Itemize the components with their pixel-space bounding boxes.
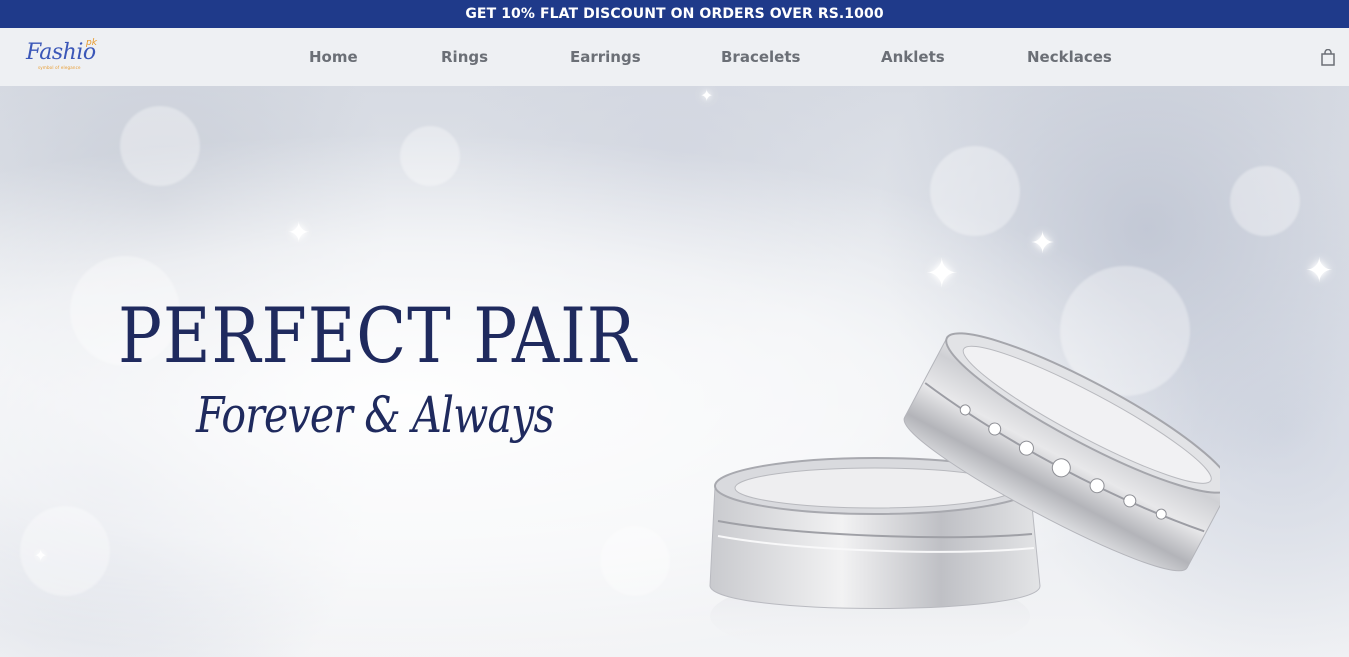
site-header: Fashio pk symbol of elegance Home Rings … <box>0 28 1349 86</box>
hero-banner[interactable]: ✦ ✦ ✦ ✦ ✦ ✦ PERFECT PAIR Forever & Alway… <box>0 86 1349 657</box>
sparkle-icon: ✦ <box>1305 252 1334 290</box>
sparkle-icon: ✦ <box>700 88 714 105</box>
bokeh-light <box>930 146 1020 236</box>
nav-home[interactable]: Home <box>309 28 358 86</box>
hero-subline: Forever & Always <box>196 386 555 444</box>
bokeh-light <box>120 106 200 186</box>
bokeh-light <box>400 126 460 186</box>
wedding-rings-image <box>709 332 1220 656</box>
nav-earrings[interactable]: Earrings <box>570 28 641 86</box>
nav-necklaces[interactable]: Necklaces <box>1027 28 1112 86</box>
hero-headline: PERFECT PAIR <box>118 291 637 380</box>
shopping-bag-icon[interactable] <box>1320 48 1336 67</box>
sparkle-icon: ✦ <box>34 548 48 565</box>
nav-rings[interactable]: Rings <box>441 28 488 86</box>
bokeh-light <box>1230 166 1300 236</box>
sparkle-icon: ✦ <box>287 217 311 248</box>
main-nav: Home Rings Earrings Bracelets Anklets Ne… <box>0 28 1349 86</box>
announcement-text: GET 10% FLAT DISCOUNT ON ORDERS OVER RS.… <box>465 6 884 22</box>
announcement-bar: GET 10% FLAT DISCOUNT ON ORDERS OVER RS.… <box>0 0 1349 28</box>
nav-anklets[interactable]: Anklets <box>881 28 945 86</box>
bokeh-light <box>600 526 670 596</box>
nav-bracelets[interactable]: Bracelets <box>721 28 800 86</box>
